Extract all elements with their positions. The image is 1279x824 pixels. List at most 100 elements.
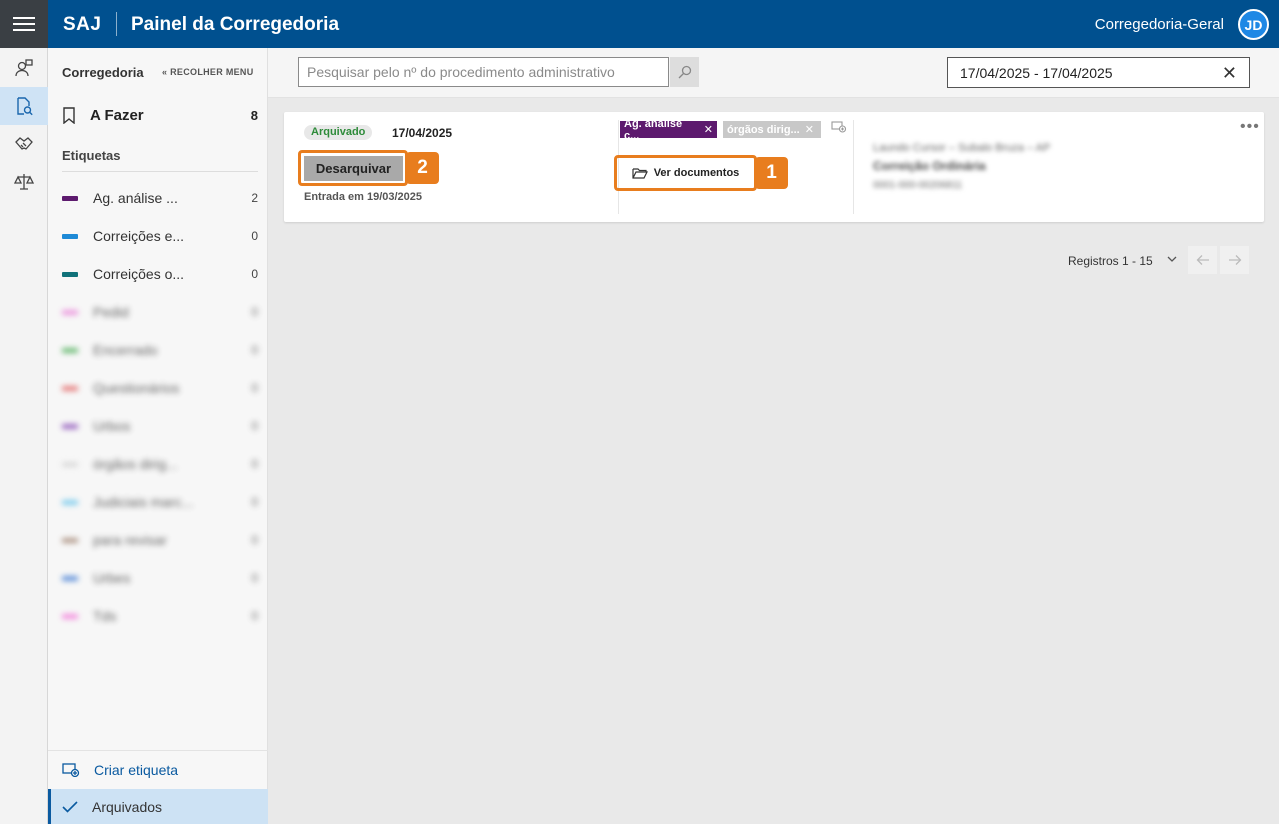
rail-item-scales[interactable]	[0, 163, 48, 201]
folder-open-icon	[632, 168, 648, 179]
add-tag-icon[interactable]	[831, 121, 847, 133]
sidebar-tag-item[interactable]: Judiciais marc... 0	[62, 492, 258, 512]
tag-chip[interactable]: órgãos dirig... ✕	[723, 121, 821, 138]
sidebar-tag-item[interactable]: Pedid 0	[62, 302, 258, 322]
sidebar-tag-item[interactable]: Questionários 0	[62, 378, 258, 398]
sidebar-tag-item[interactable]: órgãos dirig... 0	[62, 454, 258, 474]
tag-count: 0	[251, 305, 258, 319]
scales-icon	[14, 174, 34, 190]
tag-color-swatch	[62, 233, 78, 239]
rail-item-person-arrow[interactable]	[0, 49, 48, 87]
search-icon	[678, 65, 691, 79]
sidebar-tag-item[interactable]: Encerrado 0	[62, 340, 258, 360]
tag-count: 0	[251, 457, 258, 471]
sidebar-tag-item[interactable]: Correições o... 0	[62, 264, 258, 284]
sidebar: Corregedoria « RECOLHER MENU A Fazer 8 E…	[48, 48, 268, 824]
tags-heading: Etiquetas	[62, 148, 121, 163]
sidebar-tag-item[interactable]: Correições e... 0	[62, 226, 258, 246]
tag-count: 0	[251, 229, 258, 243]
bookmark-icon	[63, 106, 75, 124]
tag-color-swatch	[62, 499, 78, 505]
sidebar-tag-item[interactable]: para revisar 0	[62, 530, 258, 550]
next-page-button[interactable]	[1220, 246, 1249, 274]
tag-color-swatch	[62, 385, 78, 391]
tag-name: Questionários	[93, 380, 180, 396]
tag-color-swatch	[62, 347, 78, 353]
tag-name: Correições e...	[93, 228, 185, 244]
card-info-line: 0001-000-00206811	[873, 180, 963, 191]
tag-chip[interactable]: Ag. análise c... ✕	[620, 118, 717, 142]
tag-color-swatch	[62, 613, 78, 619]
create-tag-button[interactable]: Criar etiqueta	[48, 750, 268, 788]
tag-name: Urbes	[93, 570, 131, 586]
tag-count: 0	[251, 381, 258, 395]
document-search-icon	[17, 97, 33, 116]
sidebar-item-archived[interactable]: Arquivados	[48, 789, 268, 824]
remove-tag-icon[interactable]: ✕	[805, 123, 814, 136]
card-info-line: Laundo Cursor – Subalo Bruza – AP	[873, 142, 1051, 154]
view-documents-label: Ver documentos	[653, 167, 740, 179]
divider	[62, 171, 258, 172]
sidebar-tag-item[interactable]: Ag. análise ... 2	[62, 188, 258, 208]
tag-name: Judiciais marc...	[93, 494, 194, 510]
date-range-field[interactable]: 17/04/2025 - 17/04/2025 ✕	[947, 57, 1250, 88]
unarchive-button[interactable]: Desarquivar	[304, 156, 403, 181]
rail-item-handshake[interactable]	[0, 125, 48, 163]
search-button[interactable]	[670, 57, 699, 87]
arrow-right-icon	[1228, 255, 1241, 265]
tag-color-swatch	[62, 195, 78, 201]
sidebar-tag-item[interactable]: Urbos 0	[62, 416, 258, 436]
icon-rail	[0, 48, 48, 824]
handshake-icon	[15, 137, 33, 150]
brand-logo[interactable]: SAJ	[63, 14, 101, 36]
card-date: 17/04/2025	[392, 126, 453, 140]
tag-name: Urbos	[93, 418, 131, 434]
rail-item-document-search[interactable]	[0, 87, 48, 125]
tag-count: 0	[251, 533, 258, 547]
tag-color-swatch	[62, 537, 78, 543]
more-options-icon[interactable]: •••	[1240, 119, 1260, 135]
user-name[interactable]: Corregedoria-Geral	[1095, 16, 1224, 33]
tag-name: Pedid	[93, 304, 129, 320]
collapse-menu-button[interactable]: « RECOLHER MENU	[162, 67, 254, 77]
tag-count: 0	[251, 609, 258, 623]
clear-date-icon[interactable]: ✕	[1222, 64, 1237, 82]
tag-name: Encerrado	[93, 342, 158, 358]
avatar[interactable]: JD	[1238, 9, 1269, 40]
tag-chip-label: órgãos dirig...	[727, 123, 800, 136]
sidebar-tag-item[interactable]: Tds 0	[62, 606, 258, 626]
sidebar-title: Corregedoria	[62, 65, 144, 80]
card-info-line: Correição Ordinária	[873, 159, 986, 173]
tag-color-swatch	[62, 423, 78, 429]
previous-page-button[interactable]	[1188, 246, 1217, 274]
tag-name: Ag. análise ...	[93, 190, 178, 206]
sidebar-tag-item[interactable]: Urbes 0	[62, 568, 258, 588]
chevron-down-icon[interactable]	[1165, 252, 1179, 266]
tag-count: 0	[251, 419, 258, 433]
tag-count: 0	[251, 343, 258, 357]
search-input[interactable]	[298, 57, 669, 87]
hamburger-menu-icon[interactable]	[0, 0, 48, 48]
checkmark-icon	[62, 800, 78, 813]
records-label: Registros 1 - 15	[1068, 254, 1153, 268]
create-tag-label: Criar etiqueta	[94, 761, 179, 778]
tag-name: Tds	[93, 608, 117, 624]
arrow-left-icon	[1196, 255, 1209, 265]
tag-chip-label: Ag. análise c...	[624, 117, 683, 142]
tag-color-swatch	[62, 309, 78, 315]
tag-count: 2	[251, 191, 258, 205]
tag-color-swatch	[62, 461, 78, 467]
view-documents-button[interactable]: Ver documentos	[619, 160, 752, 186]
top-bar: SAJ Painel da Corregedoria Corregedoria-…	[0, 0, 1279, 48]
page-title: Painel da Corregedoria	[131, 14, 340, 35]
todo-count: 8	[250, 107, 258, 123]
tag-count: 0	[251, 267, 258, 281]
sidebar-item-todo[interactable]: A Fazer 8	[62, 105, 258, 125]
todo-label: A Fazer	[90, 106, 144, 124]
remove-tag-icon[interactable]: ✕	[704, 123, 713, 136]
tag-count: 0	[251, 495, 258, 509]
person-arrow-icon	[15, 59, 33, 77]
collapse-menu-label: RECOLHER MENU	[170, 67, 254, 77]
archived-label: Arquivados	[92, 798, 163, 815]
entry-date: Entrada em 19/03/2025	[304, 191, 423, 203]
